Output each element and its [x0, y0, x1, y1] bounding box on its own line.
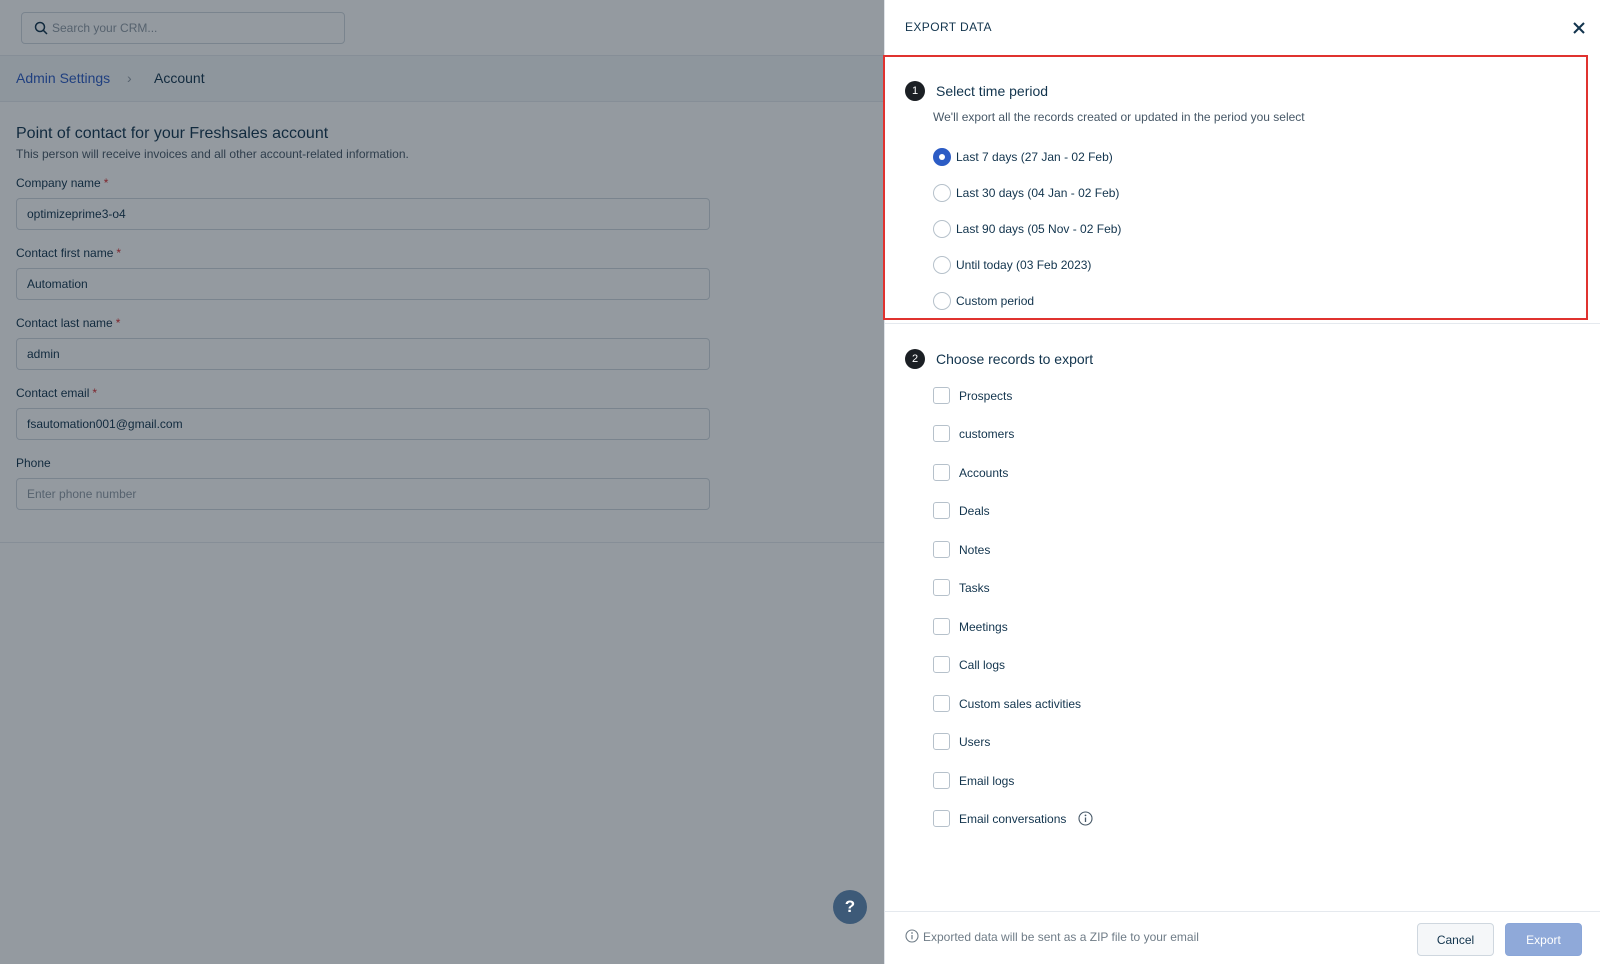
- drawer-footer: Exported data will be sent as a ZIP file…: [885, 911, 1600, 964]
- account-settings-page: Admin Settings › Account Point of contac…: [0, 0, 884, 964]
- checkbox-label: customers: [959, 427, 1015, 441]
- checkbox[interactable]: [933, 695, 950, 712]
- checkbox[interactable]: [933, 464, 950, 481]
- radio-button[interactable]: [933, 256, 951, 274]
- radio-button-selected[interactable]: [933, 148, 951, 166]
- checkbox-email-conversations[interactable]: Email conversations: [933, 809, 1103, 829]
- drawer-title: EXPORT DATA: [905, 20, 992, 34]
- close-icon[interactable]: [1568, 17, 1590, 39]
- export-email-note: Exported data will be sent as a ZIP file…: [923, 930, 1199, 944]
- cancel-button[interactable]: Cancel: [1417, 923, 1494, 956]
- checkbox-label: Tasks: [959, 581, 990, 595]
- radio-label: Last 7 days (27 Jan - 02 Feb): [956, 150, 1113, 164]
- checkbox[interactable]: [933, 733, 950, 750]
- info-icon[interactable]: [1078, 811, 1093, 826]
- modal-backdrop[interactable]: [0, 0, 884, 964]
- drawer-header: EXPORT DATA: [885, 0, 1600, 56]
- radio-label: Last 30 days (04 Jan - 02 Feb): [956, 186, 1120, 200]
- checkbox-label: Email conversations: [959, 812, 1067, 826]
- radio-button[interactable]: [933, 220, 951, 238]
- checkbox[interactable]: [933, 579, 950, 596]
- checkbox[interactable]: [933, 425, 950, 442]
- step-2-title: Choose records to export: [936, 351, 1094, 367]
- info-icon: [905, 929, 919, 943]
- radio-label: Last 90 days (05 Nov - 02 Feb): [956, 222, 1122, 236]
- section-divider: [885, 323, 1600, 324]
- radio-button[interactable]: [933, 184, 951, 202]
- checkbox[interactable]: [933, 502, 950, 519]
- checkbox[interactable]: [933, 772, 950, 789]
- checkbox-label: Users: [959, 735, 991, 749]
- step-1-title: Select time period: [936, 83, 1049, 99]
- checkbox[interactable]: [933, 387, 950, 404]
- radio-label: Until today (03 Feb 2023): [956, 258, 1092, 272]
- export-button[interactable]: Export: [1505, 923, 1582, 956]
- checkbox-label: Custom sales activities: [959, 697, 1082, 711]
- radio-label: Custom period: [956, 294, 1035, 308]
- step-1-description: We'll export all the records created or …: [933, 110, 1305, 124]
- step-2-badge: 2: [905, 349, 925, 369]
- checkbox[interactable]: [933, 656, 950, 673]
- checkbox-label: Deals: [959, 504, 990, 518]
- checkbox[interactable]: [933, 810, 950, 827]
- step-1-badge: 1: [905, 81, 925, 101]
- checkbox[interactable]: [933, 618, 950, 635]
- checkbox-label: Notes: [959, 543, 991, 557]
- help-button[interactable]: ?: [833, 890, 867, 924]
- checkbox[interactable]: [933, 541, 950, 558]
- export-data-drawer: EXPORT DATA 1 Select time period We'll e…: [883, 0, 1600, 964]
- checkbox-label: Email logs: [959, 774, 1015, 788]
- checkbox-label: Call logs: [959, 658, 1006, 672]
- checkbox-label: Prospects: [959, 389, 1013, 403]
- checkbox-label: Meetings: [959, 620, 1008, 634]
- checkbox-label: Accounts: [959, 466, 1009, 480]
- radio-button[interactable]: [933, 292, 951, 310]
